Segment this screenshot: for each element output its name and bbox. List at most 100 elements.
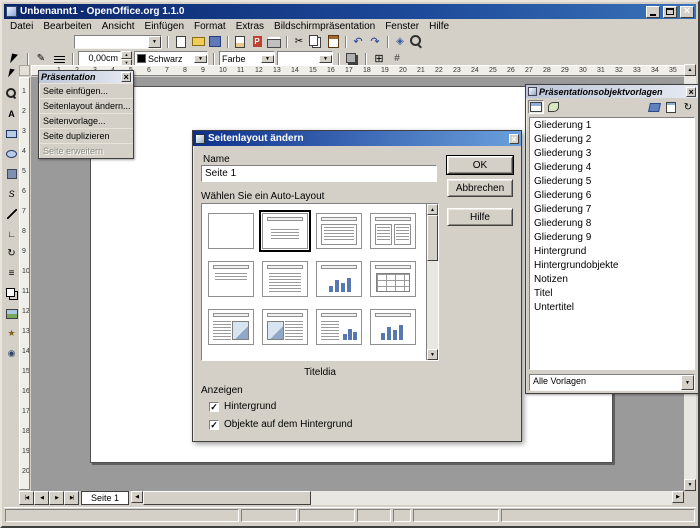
scroll-up-icon[interactable] (684, 64, 696, 76)
curve-icon[interactable] (5, 187, 18, 200)
help-button[interactable]: Hilfe (447, 208, 513, 226)
line-style-icon[interactable] (51, 52, 67, 66)
checkbox-icon[interactable] (209, 420, 219, 430)
line-width-value[interactable]: 0,00cm (78, 51, 121, 66)
close-button[interactable] (680, 6, 694, 18)
arrange-icon[interactable] (5, 287, 18, 300)
scroll-down-icon[interactable] (427, 349, 438, 360)
zoom-icon[interactable] (409, 35, 425, 49)
layout-thumbnail-title-text-top[interactable] (208, 261, 254, 297)
line-color-dropdown[interactable]: Schwarz (134, 51, 208, 66)
rectangle-icon[interactable] (5, 127, 18, 140)
previous-page-button[interactable] (34, 491, 49, 505)
insert-object-icon[interactable] (5, 307, 18, 320)
checkbox-icon[interactable] (209, 402, 219, 412)
menu-item-extras[interactable]: Extras (231, 20, 269, 33)
layout-thumbnail-title-text-chart[interactable] (316, 309, 362, 345)
lines-arrows-icon[interactable] (5, 207, 18, 220)
styles-list[interactable]: Gliederung 1Gliederung 2Gliederung 3Glie… (529, 117, 695, 370)
effects-icon[interactable] (5, 327, 18, 340)
layout-grid-scrollbar[interactable] (426, 204, 438, 360)
menu-item-seitenvorlage[interactable]: Seitenvorlage... (39, 113, 133, 128)
style-item-gliederung-7[interactable]: Gliederung 7 (531, 203, 693, 217)
copy-icon[interactable] (308, 35, 324, 49)
interaction-icon[interactable] (5, 347, 18, 360)
page-layout-dialog[interactable]: Seitenlayout ändern Name Wählen Sie ein … (192, 130, 522, 442)
horizontal-scroll-thumb[interactable] (143, 491, 311, 505)
style-item-gliederung-8[interactable]: Gliederung 8 (531, 217, 693, 231)
alignment-icon[interactable] (5, 267, 18, 280)
menu-item-format[interactable]: Format (189, 20, 231, 33)
checkbox-hintergrund[interactable]: Hintergrund (209, 401, 276, 412)
layout-thumbnail-title-text-full[interactable] (262, 261, 308, 297)
fill-type-dropdown[interactable]: Farbe (219, 51, 275, 66)
line-width-spinner[interactable] (121, 51, 132, 66)
paste-icon[interactable] (325, 35, 341, 49)
menu-item-einfügen[interactable]: Einfügen (140, 20, 189, 33)
layout-thumbnail-title-subtitle[interactable] (262, 213, 308, 249)
zoom-icon[interactable] (5, 87, 18, 100)
menu-item-seite-einfuegen[interactable]: Seite einfügen... (39, 83, 133, 98)
update-style-icon[interactable] (680, 100, 696, 114)
new-document-icon[interactable] (173, 35, 189, 49)
layout-thumbnail-title-table[interactable] (370, 261, 416, 297)
save-document-icon[interactable] (207, 35, 223, 49)
presentation-toolbar-titlebar[interactable]: Präsentation (39, 71, 133, 83)
layout-thumbnail-title-text-image[interactable] (208, 309, 254, 345)
last-page-button[interactable] (64, 491, 79, 505)
select-icon[interactable] (5, 67, 18, 80)
style-item-titel[interactable]: Titel (531, 287, 693, 301)
minimize-button[interactable] (646, 6, 660, 18)
style-item-gliederung-3[interactable]: Gliederung 3 (531, 147, 693, 161)
undo-icon[interactable] (350, 35, 366, 49)
dropdown-icon[interactable] (194, 55, 207, 63)
redo-icon[interactable] (367, 35, 383, 49)
style-item-untertitel[interactable]: Untertitel (531, 301, 693, 315)
menu-item-ansicht[interactable]: Ansicht (97, 20, 140, 33)
export-pdf-icon[interactable] (249, 35, 265, 49)
scroll-left-icon[interactable] (131, 491, 143, 503)
text-icon[interactable] (5, 107, 18, 120)
dropdown-icon[interactable] (681, 375, 694, 390)
3d-objects-icon[interactable] (5, 167, 18, 180)
menu-item-bearbeiten[interactable]: Bearbeiten (38, 20, 96, 33)
style-item-notizen[interactable]: Notizen (531, 273, 693, 287)
scroll-down-icon[interactable] (684, 479, 696, 491)
style-item-gliederung-9[interactable]: Gliederung 9 (531, 231, 693, 245)
url-combobox[interactable] (74, 35, 162, 49)
presentation-styles-icon[interactable] (528, 100, 544, 114)
dropdown-icon[interactable] (319, 55, 332, 63)
maximize-button[interactable] (663, 6, 677, 18)
graphic-styles-icon[interactable] (545, 100, 561, 114)
new-style-from-selection-icon[interactable] (663, 100, 679, 114)
fill-format-mode-icon[interactable] (646, 100, 662, 114)
grid-icon[interactable] (371, 52, 387, 66)
ok-button[interactable]: OK (447, 156, 513, 174)
close-icon[interactable] (509, 134, 519, 144)
menu-item-seite-duplizieren[interactable]: Seite duplizieren (39, 128, 133, 143)
fill-color-dropdown[interactable] (277, 51, 333, 66)
menu-item-datei[interactable]: Datei (5, 20, 38, 33)
line-width-field[interactable]: 0,00cm (78, 51, 132, 66)
open-document-icon[interactable] (190, 35, 206, 49)
style-item-gliederung-5[interactable]: Gliederung 5 (531, 175, 693, 189)
dialog-titlebar[interactable]: Seitenlayout ändern (193, 131, 521, 146)
scroll-thumb[interactable] (427, 215, 438, 261)
style-item-gliederung-2[interactable]: Gliederung 2 (531, 133, 693, 147)
style-item-gliederung-1[interactable]: Gliederung 1 (531, 119, 693, 133)
ellipse-icon[interactable] (5, 147, 18, 160)
menu-item-bildschirmpräsentation[interactable]: Bildschirmpräsentation (269, 20, 380, 33)
print-file-icon[interactable] (266, 35, 282, 49)
menu-item-hilfe[interactable]: Hilfe (424, 20, 454, 33)
layout-thumbnail-title-chart-full[interactable] (370, 309, 416, 345)
style-item-gliederung-4[interactable]: Gliederung 4 (531, 161, 693, 175)
scroll-track[interactable] (427, 215, 438, 349)
navigator-icon[interactable] (392, 35, 408, 49)
style-item-hintergrundobjekte[interactable]: Hintergrundobjekte (531, 259, 693, 273)
menu-item-seitenlayout-aendern[interactable]: Seitenlayout ändern... (39, 98, 133, 113)
next-page-button[interactable] (49, 491, 64, 505)
layout-thumbnail-title-chart[interactable] (316, 261, 362, 297)
connector-icon[interactable] (5, 227, 18, 240)
dropdown-icon[interactable] (148, 36, 161, 48)
presentation-floating-toolbar[interactable]: Präsentation Seite einfügen... Seitenlay… (38, 70, 134, 159)
